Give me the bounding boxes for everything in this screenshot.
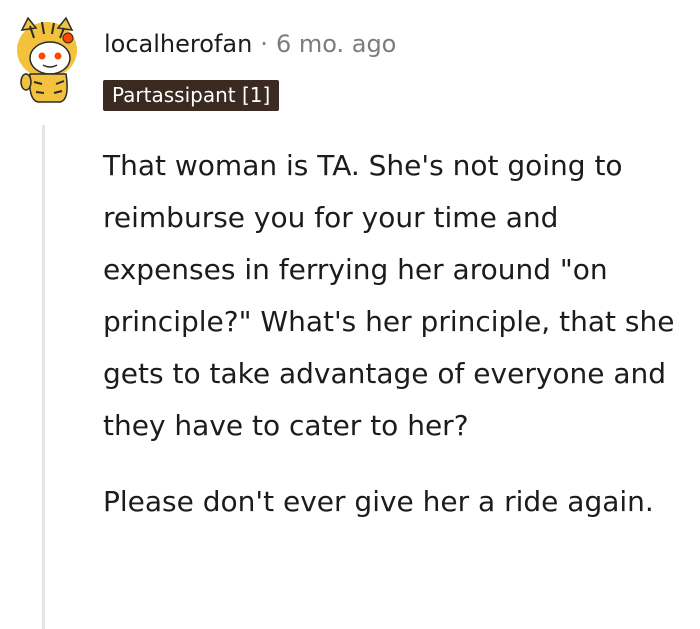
comment-body: That woman is TA. She's not going to rei…	[103, 140, 693, 552]
comment-paragraph: That woman is TA. She's not going to rei…	[103, 149, 675, 442]
timestamp-link[interactable]: 6 mo. ago	[276, 30, 396, 58]
comment-header: localherofan · 6 mo. ago	[104, 30, 396, 58]
username-link[interactable]: localherofan	[104, 30, 252, 58]
user-flair-badge: Partassipant [1]	[103, 80, 280, 111]
avatar[interactable]	[12, 14, 82, 104]
meta-separator: ·	[260, 30, 268, 58]
comment-paragraph: Please don't ever give her a ride again.	[103, 485, 654, 518]
snoo-avatar-icon	[17, 16, 77, 103]
thread-collapse-line[interactable]	[42, 125, 45, 629]
